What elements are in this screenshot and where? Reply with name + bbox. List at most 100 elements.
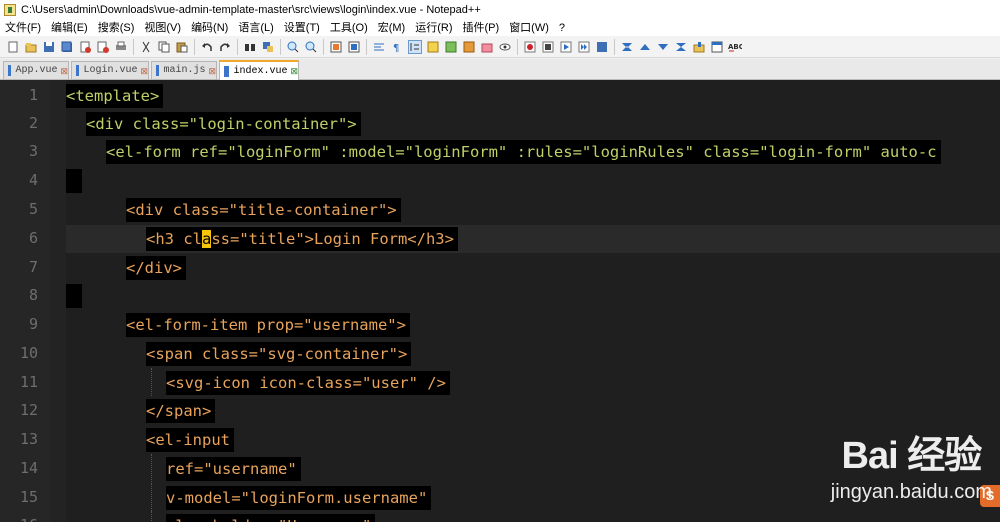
toolbar-separator [517,38,518,55]
code-text: <div class="title-container"> [126,198,401,222]
arrow-up-icon[interactable] [638,40,652,54]
code-text: </span> [146,399,216,423]
tab-label: main.js [163,65,206,76]
tab-app-vue[interactable]: App.vue ⊠ [3,61,69,79]
menu-settings[interactable]: 设置(T) [279,20,325,36]
line-number: 1 [28,86,38,104]
code-line: 5 <div class="title-container"> [0,195,1000,223]
close-tab-icon[interactable]: ⊠ [290,67,298,76]
spell-check-icon[interactable]: ABC [728,40,742,54]
menu-window[interactable]: 窗口(W) [504,20,554,36]
record-macro-icon[interactable] [523,40,537,54]
redo-icon[interactable] [218,40,232,54]
svg-text:ABC: ABC [728,43,742,51]
align-icon[interactable] [674,40,688,54]
toolbar-separator [237,38,238,55]
open-folder-icon[interactable] [24,40,38,54]
line-number: 4 [28,171,38,189]
line-number: 16 [0,511,38,522]
run-macro-multiple-icon[interactable] [577,40,591,54]
toolbar: ¶ ABC [0,36,1000,58]
word-wrap-icon[interactable] [372,40,386,54]
notepadpp-icon [4,4,16,16]
close-all-icon[interactable] [96,40,110,54]
code-text: v-model="loginForm.username" [166,486,432,510]
menu-run[interactable]: 运行(R) [410,20,457,36]
toolbar-separator [133,38,134,55]
menu-encoding[interactable]: 编码(N) [186,20,233,36]
close-icon[interactable] [78,40,92,54]
menu-view[interactable]: 视图(V) [139,20,186,36]
line-number: 7 [28,258,38,276]
file-saved-icon [76,65,80,76]
line-number: 13 [19,430,38,448]
title-bar: C:\Users\admin\Downloads\vue-admin-templ… [0,0,1000,20]
code-editor[interactable]: 1 <template> 2 <div class="login-contain… [0,80,1000,522]
save-all-icon[interactable] [60,40,74,54]
copy-icon[interactable] [157,40,171,54]
tab-login-vue[interactable]: Login.vue ⊠ [71,61,149,79]
paste-icon[interactable] [175,40,189,54]
menu-search[interactable]: 搜索(S) [93,20,140,36]
code-text: <el-input [146,428,234,452]
function-list-icon[interactable] [462,40,476,54]
print-icon[interactable] [114,40,128,54]
panel-icon[interactable] [710,40,724,54]
sync-vertical-icon[interactable] [329,40,343,54]
indent-guide [151,511,153,522]
text-cursor-char: a [202,230,212,248]
line-number: 9 [28,315,38,333]
line-number: 15 [19,488,38,506]
close-tab-icon[interactable]: ⊠ [208,66,216,75]
replace-icon[interactable] [261,40,275,54]
code-text: <h3 class="title">Login Form</h3> [146,227,458,251]
toolbar-separator [614,38,615,55]
save-icon[interactable] [42,40,56,54]
arrow-down-icon[interactable] [656,40,670,54]
new-file-icon[interactable] [6,40,20,54]
tab-label: Login.vue [83,65,138,76]
collapse-icon[interactable] [620,40,634,54]
indent-guide-icon[interactable] [408,39,422,54]
menu-macro[interactable]: 宏(M) [373,20,411,36]
line-number: 5 [28,200,38,218]
code-line: 8 [0,281,1000,309]
show-all-chars-icon[interactable]: ¶ [390,40,404,54]
indent-guide [151,368,153,396]
menu-edit[interactable]: 编辑(E) [46,20,93,36]
menu-tools[interactable]: 工具(O) [325,20,373,36]
bookmark-folder-icon[interactable] [692,40,706,54]
cut-icon[interactable] [139,40,153,54]
folder-workspace-icon[interactable] [480,40,494,54]
file-saved-icon [8,65,12,76]
line-number: 14 [19,459,38,477]
play-macro-icon[interactable] [559,40,573,54]
tab-main-js[interactable]: main.js ⊠ [151,61,217,79]
code-text: <el-form-item prop="username"> [126,313,410,337]
close-tab-icon[interactable]: ⊠ [60,66,68,75]
zoom-in-icon[interactable] [286,40,300,54]
code-text [66,284,82,308]
save-macro-icon[interactable] [595,40,609,54]
undo-icon[interactable] [200,40,214,54]
baidu-jingyan-watermark: Bai 经验 jingyan.baidu.com [831,424,992,504]
menu-language[interactable]: 语言(L) [233,20,278,36]
user-lang-icon[interactable] [426,40,440,54]
code-text [66,169,82,193]
sync-horizontal-icon[interactable] [347,40,361,54]
zoom-out-icon[interactable] [304,40,318,54]
monitoring-icon[interactable] [498,40,512,54]
menu-plugins[interactable]: 插件(P) [458,20,505,36]
find-icon[interactable] [243,40,257,54]
tab-index-vue[interactable]: index.vue ⊠ [219,60,299,80]
menu-file[interactable]: 文件(F) [0,20,46,36]
close-tab-icon[interactable]: ⊠ [140,66,148,75]
menu-help[interactable]: ? [554,20,570,36]
watermark-url: jingyan.baidu.com [830,481,992,503]
menu-bar: 文件(F) 编辑(E) 搜索(S) 视图(V) 编码(N) 语言(L) 设置(T… [0,20,1000,36]
stop-macro-icon[interactable] [541,40,555,54]
code-text-before-cursor: <h3 cl [146,230,202,248]
doc-map-icon[interactable] [444,40,458,54]
code-text-after-cursor: ss="title">Login Form</h3> [211,230,454,248]
code-line: 6 <h3 class="title">Login Form</h3> [0,224,1000,252]
